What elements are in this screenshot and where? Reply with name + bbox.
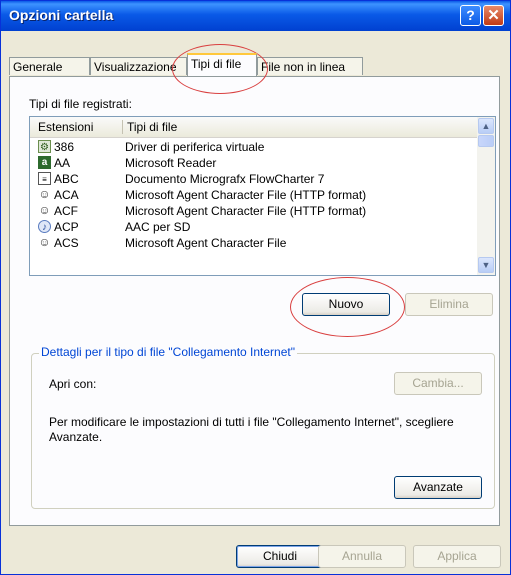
list-item-type: Microsoft Agent Character File: [125, 236, 287, 250]
scrollbar-thumb[interactable]: [478, 135, 494, 147]
list-item-type: Driver di periferica virtuale: [125, 140, 265, 154]
list-item[interactable]: ☺ ACF Microsoft Agent Character File (HT…: [30, 203, 477, 219]
list-item-type: Documento Micrografx FlowCharter 7: [125, 172, 325, 186]
column-divider[interactable]: [122, 120, 123, 134]
list-item[interactable]: ≡ ABC Documento Micrografx FlowCharter 7: [30, 171, 477, 187]
file-types-list[interactable]: Estensioni Tipi di file ⚙ 386 Driver di …: [29, 116, 496, 276]
list-header: Estensioni Tipi di file: [30, 117, 477, 138]
list-item-type: Microsoft Agent Character File (HTTP for…: [125, 188, 367, 202]
tab-tipi-di-file[interactable]: Tipi di file: [187, 53, 257, 76]
list-item[interactable]: a AA Microsoft Reader: [30, 155, 477, 171]
advanced-button[interactable]: Avanzate: [394, 476, 482, 499]
list-item-type: Microsoft Reader: [125, 156, 217, 170]
opens-with-label: Apri con:: [49, 377, 97, 391]
apply-button[interactable]: Applica: [413, 545, 501, 568]
list-item[interactable]: ⚙ 386 Driver di periferica virtuale: [30, 139, 477, 155]
agent-icon: ☺: [38, 235, 51, 249]
reader-icon: a: [38, 156, 51, 169]
scroll-down-icon[interactable]: ▼: [478, 257, 494, 273]
title-bar[interactable]: Opzioni cartella ? ✕: [1, 1, 510, 31]
list-item-extension: AA: [54, 156, 71, 170]
help-button[interactable]: ?: [460, 5, 481, 26]
details-description: Per modificare le impostazioni di tutti …: [49, 415, 454, 444]
list-item[interactable]: ♪ ACP AAC per SD: [30, 219, 477, 235]
flowchart-icon: ≡: [38, 172, 51, 185]
tab-generale[interactable]: Generale: [9, 57, 90, 75]
details-title: Dettagli per il tipo di file "Collegamen…: [39, 345, 297, 359]
cancel-button[interactable]: Annulla: [318, 545, 406, 568]
column-header-extensions[interactable]: Estensioni: [38, 120, 93, 134]
change-button[interactable]: Cambia...: [394, 372, 482, 395]
audio-icon: ♪: [38, 220, 51, 233]
vertical-scrollbar[interactable]: ▲ ▼: [477, 117, 495, 275]
folder-options-dialog: Opzioni cartella ? ✕ Generale Visualizza…: [0, 0, 511, 575]
agent-icon: ☺: [38, 203, 51, 217]
list-item-extension: ACS: [54, 236, 79, 250]
list-item-type: AAC per SD: [125, 220, 191, 234]
list-item-extension: ACF: [54, 204, 78, 218]
driver-icon: ⚙: [38, 140, 51, 153]
list-item-extension: ACA: [54, 188, 79, 202]
new-button[interactable]: Nuovo: [302, 293, 390, 316]
agent-icon: ☺: [38, 187, 51, 201]
list-item[interactable]: ☺ ACA Microsoft Agent Character File (HT…: [30, 187, 477, 203]
close-icon[interactable]: ✕: [483, 5, 504, 26]
delete-button[interactable]: Elimina: [405, 293, 493, 316]
list-item[interactable]: ☺ ACS Microsoft Agent Character File: [30, 235, 477, 251]
list-item-extension: 386: [54, 140, 75, 154]
ok-close-button[interactable]: Chiudi: [236, 545, 324, 568]
tab-file-non-in-linea[interactable]: File non in linea: [257, 57, 363, 75]
tab-visualizzazione[interactable]: Visualizzazione: [90, 57, 187, 75]
window-title: Opzioni cartella: [9, 7, 114, 23]
list-item-type: Microsoft Agent Character File (HTTP for…: [125, 204, 367, 218]
list-item-extension: ACP: [54, 220, 79, 234]
registered-types-label: Tipi di file registrati:: [29, 97, 132, 111]
scroll-up-icon[interactable]: ▲: [478, 118, 494, 134]
list-item-extension: ABC: [54, 172, 79, 186]
column-header-file-types[interactable]: Tipi di file: [127, 120, 177, 134]
